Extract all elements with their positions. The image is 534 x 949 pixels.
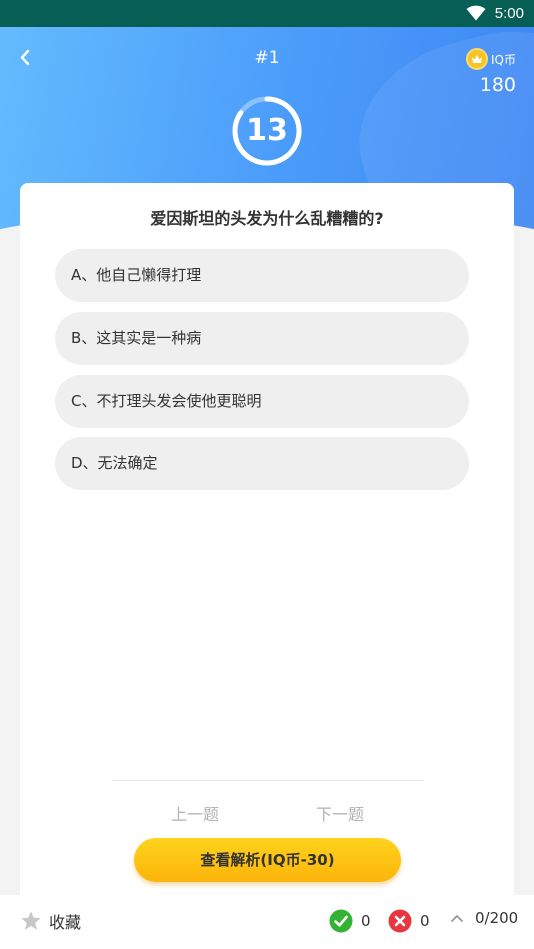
coin-icon <box>466 48 488 70</box>
status-bar: 5:00 <box>0 0 534 27</box>
option-d[interactable]: D、无法确定 <box>55 437 469 490</box>
wrong-count: 0 <box>420 912 430 930</box>
correct-stat: 0 <box>329 909 371 933</box>
star-icon <box>21 911 41 930</box>
status-time: 5:00 <box>494 5 524 22</box>
iq-coin-panel: IQ币 180 <box>466 48 516 96</box>
prev-question-button[interactable]: 上一题 <box>155 801 235 825</box>
divider <box>112 780 424 781</box>
back-button[interactable] <box>14 46 38 70</box>
favorite-label: 收藏 <box>49 913 82 932</box>
question-text: 爱因斯坦的头发为什么乱糟糟的? <box>150 209 384 228</box>
check-circle-icon <box>329 909 353 933</box>
next-question-button[interactable]: 下一题 <box>300 801 380 825</box>
progress-toggle[interactable]: 0/200 <box>449 909 518 927</box>
option-a[interactable]: A、他自己懒得打理 <box>55 249 469 302</box>
question-number: #1 <box>254 48 280 68</box>
view-analysis-button[interactable]: 查看解析(IQ币-30) <box>134 838 401 882</box>
correct-count: 0 <box>361 912 371 930</box>
question-card: 爱因斯坦的头发为什么乱糟糟的? A、他自己懒得打理 B、这其实是一种病 C、不打… <box>20 183 514 895</box>
favorite-button[interactable]: 收藏 <box>20 909 81 933</box>
iq-value: 180 <box>479 74 516 96</box>
timer-value: 13 <box>246 113 288 148</box>
x-circle-icon <box>388 909 412 933</box>
chevron-left-icon <box>20 49 30 66</box>
wifi-icon <box>466 5 486 21</box>
wrong-stat: 0 <box>388 909 430 933</box>
iq-label: IQ币 <box>491 52 516 67</box>
bottom-bar: 收藏 0 0 0/200 <box>0 895 534 949</box>
option-b[interactable]: B、这其实是一种病 <box>55 312 469 365</box>
progress-count: 0/200 <box>475 909 519 927</box>
option-c[interactable]: C、不打理头发会使他更聪明 <box>55 375 469 428</box>
chevron-up-icon <box>451 915 463 922</box>
